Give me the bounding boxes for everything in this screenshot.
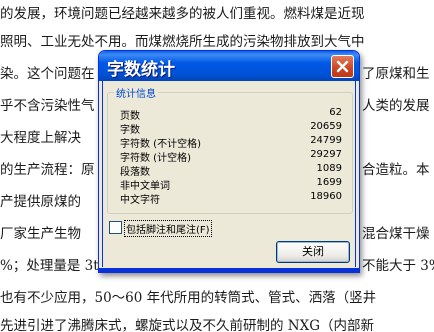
group-label: 统计信息 xyxy=(114,85,158,100)
dialog-title: 字数统计 xyxy=(107,60,175,80)
document-line: 产提供原煤的 xyxy=(0,194,81,210)
stat-label: 字符数 (计空格) xyxy=(120,153,191,164)
stat-label: 字数 xyxy=(120,125,140,136)
stat-label: 中文字符 xyxy=(120,195,160,206)
statistics-groupbox: 统计信息 页数 62 字数 20659 字符数 (不计空格) 24799 字符数… xyxy=(107,85,353,214)
stat-value: 20659 xyxy=(310,121,342,132)
close-dialog-button[interactable]: 关闭 xyxy=(276,241,350,263)
dialog-bottom-border xyxy=(99,268,359,272)
dialog-titlebar[interactable]: 字数统计 xyxy=(99,51,359,81)
stat-row-chars-with-spaces: 字符数 (计空格) 29297 xyxy=(120,149,342,164)
stat-row-non-chinese-words: 非中文单词 1699 xyxy=(120,177,342,192)
document-fragment: 混合煤干燥 xyxy=(362,226,430,242)
stat-label: 非中文单词 xyxy=(120,181,170,192)
stat-value: 18960 xyxy=(310,191,342,202)
document-line: %；处理量是 3t xyxy=(0,258,99,274)
stat-row-chars-no-spaces: 字符数 (不计空格) 24799 xyxy=(120,135,342,150)
stat-value: 1089 xyxy=(316,163,342,174)
stat-label: 页数 xyxy=(120,111,140,122)
include-footnotes-label[interactable]: 包括脚注和尾注(F) xyxy=(124,220,212,237)
document-line: 染。这个问题在 xyxy=(0,66,95,82)
word-count-dialog: 字数统计 统计信息 页数 62 字数 20659 字符数 (不计空格) 2479… xyxy=(98,50,360,273)
document-line: 厂家生产生物 xyxy=(0,226,81,242)
document-fragment: 合造粒。本 xyxy=(362,162,430,178)
document-line: 乎不含污染性气 xyxy=(0,98,95,114)
document-fragment: 了原煤和生 xyxy=(362,66,430,82)
include-footnotes-option[interactable]: 包括脚注和尾注(F) xyxy=(109,220,269,237)
stat-row-words: 字数 20659 xyxy=(120,121,342,136)
document-line: 的发展，环境问题已经越来越多的被人们重视。燃料煤是近现 xyxy=(0,6,365,22)
document-line: 照明、工业无处不用。而煤燃烧所生成的污染物排放到大气中 xyxy=(0,34,365,50)
document-line: 大程度上解决 xyxy=(0,130,81,146)
dialog-client-area: 统计信息 页数 62 字数 20659 字符数 (不计空格) 24799 字符数… xyxy=(102,81,356,267)
stat-label: 段落数 xyxy=(120,167,150,178)
document-fragment: 人类的发展 xyxy=(362,98,430,114)
stat-row-paragraphs: 段落数 1089 xyxy=(120,163,342,178)
include-footnotes-checkbox[interactable] xyxy=(109,221,122,234)
stat-row-chinese-chars: 中文字符 18960 xyxy=(120,191,342,206)
stat-value: 29297 xyxy=(310,149,342,160)
close-x-icon xyxy=(336,60,349,73)
stat-value: 24799 xyxy=(310,135,342,146)
document-line: 的生产流程：原 xyxy=(0,162,95,178)
document-line: 先进引进了沸腾床式，螺旋式以及不久前研制的 NXG（内部新 xyxy=(0,318,374,332)
document-line: 也有不少应用，50～60 年代所用的转筒式、管式、洒落（竖井 xyxy=(0,290,377,306)
close-button[interactable] xyxy=(331,55,354,78)
stat-value: 1699 xyxy=(316,177,342,188)
stat-row-pages: 页数 62 xyxy=(120,107,342,122)
stat-value: 62 xyxy=(329,107,342,118)
document-fragment: 不能大于 3% xyxy=(362,258,434,274)
stat-label: 字符数 (不计空格) xyxy=(120,139,201,150)
